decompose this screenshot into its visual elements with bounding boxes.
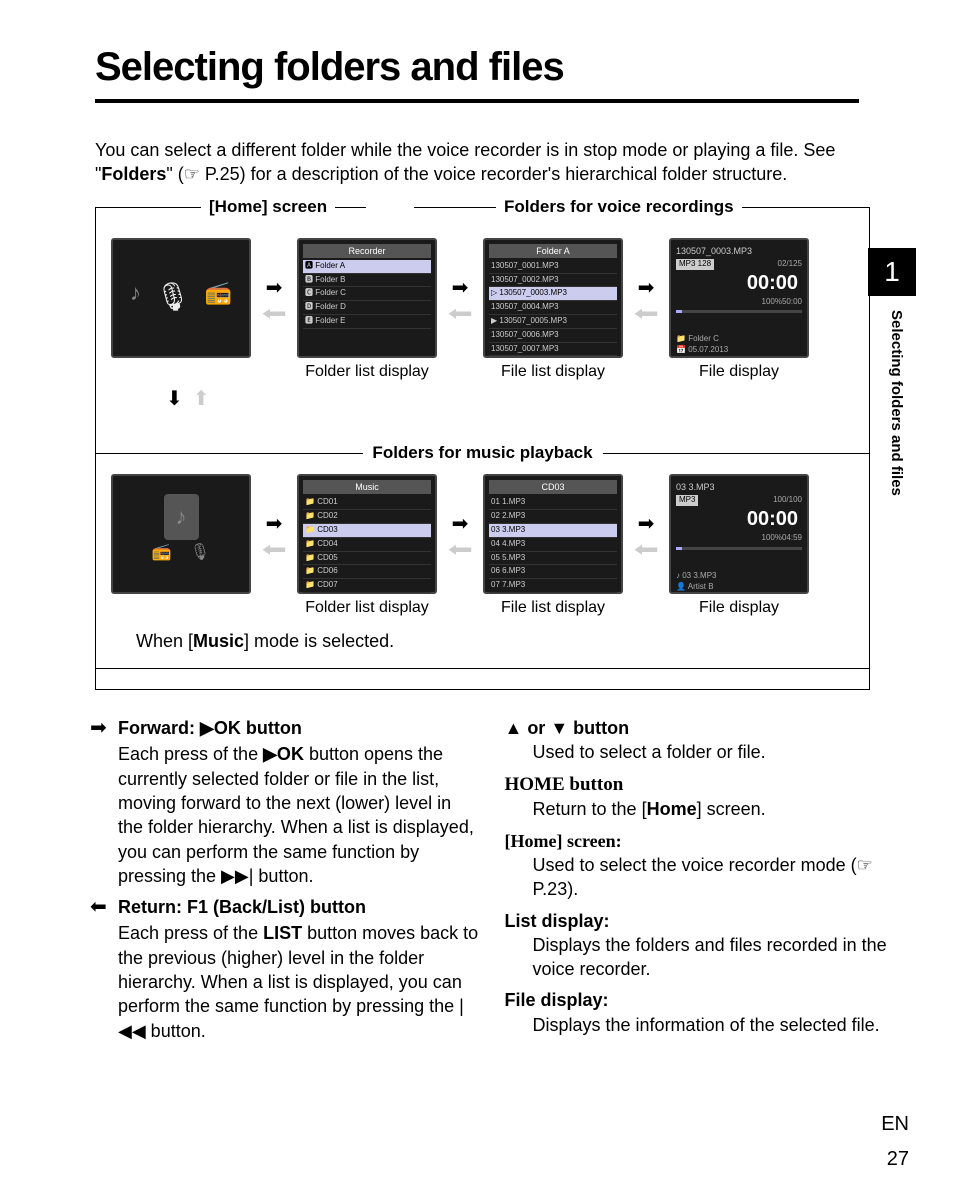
left-column: ➡ Forward: ▶OK button Each press of the … [90,716,480,1050]
home-screen-voice: ♪🎙📻 [111,238,251,358]
up-arrow-icon: ⬆ [193,386,210,413]
side-section-title: Selecting folders and files [886,310,906,496]
down-arrow-icon: ⬇ [166,386,183,413]
folder-list-voice: Recorder 🅰 Folder A 🅱 Folder B 🅲 Folder … [297,238,437,358]
chapter-number: 1 [868,248,916,296]
file-list-voice: Folder A 130507_0001.MP3 130507_0002.MP3… [483,238,623,358]
folder-list-music: Music 📁 CD01 📁 CD02 📁 CD03 📁 CD04 📁 CD05… [297,474,437,594]
home-screen-text: Used to select the voice recorder mode (… [533,853,895,902]
home-screen-label: [Home] screen [201,196,335,219]
updown-text: Used to select a folder or file. [533,740,895,764]
return-heading: Return: F1 (Back/List) button [118,895,366,919]
nav-arrows: ➡⬅ [442,278,478,324]
language-code: EN [881,1111,909,1138]
music-mode-note: When [Music] mode is selected. [106,619,859,653]
nav-arrows: ➡⬅ [442,514,478,560]
file-display-subhead: File display: [505,988,895,1012]
file-display-text: Displays the information of the selected… [533,1013,895,1037]
home-button-heading: HOME button [505,772,895,798]
home-screen-subhead: [Home] screen: [505,829,895,853]
right-column: ▲ or ▼ button Used to select a folder or… [505,716,895,1050]
folder-list-caption: Folder list display [305,594,429,619]
file-list-caption: File list display [501,594,605,619]
nav-arrows: ➡⬅ [256,278,292,324]
file-display-caption: File display [699,358,779,383]
file-display-voice: 130507_0003.MP3 MP3 128 02/125 00:00 100… [669,238,809,358]
title-rule [95,99,859,103]
list-display-text: Displays the folders and files recorded … [533,933,895,982]
file-list-music: CD03 01 1.MP3 02 2.MP3 03 3.MP3 04 4.MP3… [483,474,623,594]
page-number: 27 [887,1146,909,1173]
file-display-music: 03 3.MP3 MP3 100/100 00:00 100% 04:59 ♪ … [669,474,809,594]
folder-list-caption: Folder list display [305,358,429,383]
page-title: Selecting folders and files [95,40,954,94]
voice-folders-label: Folders for voice recordings [496,196,742,219]
nav-arrows: ➡⬅ [628,514,664,560]
return-text: Each press of the LIST button moves back… [118,921,480,1042]
file-list-caption: File list display [501,358,605,383]
forward-arrow-icon: ➡ [90,716,118,740]
nav-arrows: ➡⬅ [628,278,664,324]
return-arrow-icon: ⬅ [90,895,118,919]
file-display-caption: File display [699,594,779,619]
navigation-diagram: [Home] screen Folders for voice recordin… [95,207,870,690]
forward-heading: Forward: ▶OK button [118,716,302,740]
forward-text: Each press of the ▶OK button opens the c… [118,742,480,888]
music-folders-label: Folders for music playback [362,442,602,465]
intro-text: You can select a different folder while … [95,138,859,187]
home-button-text: Return to the [Home] screen. [533,797,895,821]
home-screen-music: ♪ 📻🎙 [111,474,251,594]
voice-row: ♪🎙📻 ➡⬅ Recorder 🅰 Folder A 🅱 Folder B 🅲 … [106,208,859,383]
music-box: Folders for music playback ♪ 📻🎙 ➡⬅ Music… [95,453,870,669]
list-display-subhead: List display: [505,909,895,933]
updown-heading: ▲ or ▼ button [505,716,895,740]
nav-arrows: ➡⬅ [256,514,292,560]
